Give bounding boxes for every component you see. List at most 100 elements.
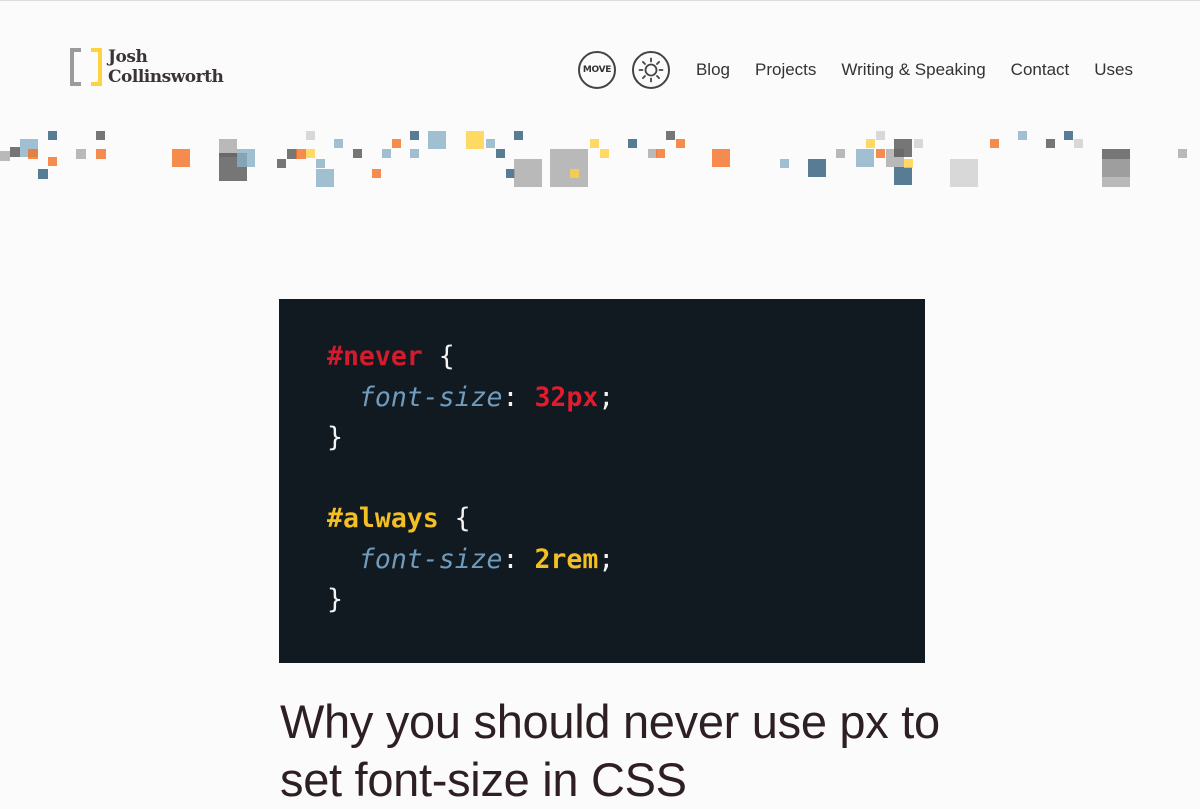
decorative-pixel <box>856 149 874 167</box>
decorative-pixel <box>876 131 885 140</box>
motion-toggle-button[interactable]: MOVE <box>577 51 616 89</box>
decorative-pixel <box>590 139 599 148</box>
decorative-pixel <box>656 149 665 158</box>
decorative-pixel <box>514 131 523 140</box>
nav-link-writing-speaking[interactable]: Writing & Speaking <box>841 60 985 80</box>
decorative-pixel <box>836 149 845 158</box>
decorative-pixel <box>780 159 789 168</box>
decorative-pixel <box>353 149 362 158</box>
decorative-pixel <box>334 139 343 148</box>
logo-bracket-icon <box>70 48 102 86</box>
code-block-image: #never { font-size: 32px; } #always { fo… <box>279 299 925 663</box>
code-property: font-size <box>358 543 503 575</box>
code-brace-open: { <box>454 503 471 534</box>
decorative-pixel <box>496 149 505 158</box>
main-nav: MOVE Blog Projects Writing & Speaking Co <box>577 49 1133 91</box>
decorative-pixel <box>96 131 105 140</box>
decorative-pixel <box>894 167 912 185</box>
decorative-pixel-band <box>0 131 1187 187</box>
decorative-pixel <box>96 149 106 159</box>
decorative-pixel <box>950 159 978 187</box>
decorative-pixel <box>570 169 579 178</box>
decorative-pixel <box>48 157 57 166</box>
decorative-pixel <box>712 149 730 167</box>
decorative-pixel <box>506 169 515 178</box>
decorative-pixel <box>428 131 446 149</box>
decorative-pixel <box>628 139 637 148</box>
decorative-pixel <box>876 149 885 158</box>
decorative-pixel <box>392 139 401 148</box>
logo-line-1: Josh <box>108 47 148 67</box>
code-line: #always { <box>327 499 925 540</box>
logo-line-2: Collinsworth <box>108 67 224 87</box>
code-property: font-size <box>358 381 503 413</box>
article-title: Why you should never use px to set font-… <box>280 695 940 806</box>
decorative-pixel <box>1102 159 1130 187</box>
code-line: font-size: 32px; <box>327 378 925 419</box>
site-logo[interactable]: Josh Collinsworth <box>70 47 224 87</box>
decorative-pixel <box>808 159 826 177</box>
decorative-pixel <box>666 131 675 140</box>
nav-link-blog[interactable]: Blog <box>696 60 730 80</box>
code-line: } <box>327 418 925 459</box>
theme-toggle-button[interactable] <box>631 51 670 89</box>
decorative-pixel <box>316 169 334 187</box>
sun-icon <box>638 57 664 83</box>
decorative-pixel <box>600 149 609 158</box>
code-semicolon: ; <box>598 381 615 413</box>
decorative-pixel <box>914 139 923 148</box>
code-brace-open: { <box>438 341 455 372</box>
decorative-pixel <box>76 149 86 159</box>
decorative-pixel <box>287 149 297 159</box>
decorative-pixel <box>1178 149 1187 158</box>
decorative-pixel <box>372 169 381 178</box>
logo-text: Josh Collinsworth <box>108 47 224 87</box>
motion-toggle-label: MOVE <box>582 65 612 75</box>
decorative-pixel <box>1046 139 1055 148</box>
code-brace-close: } <box>327 584 343 615</box>
decorative-pixel <box>894 139 912 157</box>
decorative-pixel <box>866 139 875 148</box>
code-colon: : <box>502 381 519 413</box>
decorative-pixel <box>990 139 999 148</box>
decorative-pixel <box>382 149 391 158</box>
decorative-pixel <box>28 149 38 159</box>
code-colon: : <box>502 543 519 575</box>
code-selector-never: #never <box>327 341 423 372</box>
decorative-pixel <box>904 159 913 168</box>
decorative-pixel <box>48 131 57 140</box>
decorative-pixel <box>410 131 419 140</box>
decorative-pixel <box>648 149 657 158</box>
nav-link-uses[interactable]: Uses <box>1094 60 1133 80</box>
code-value-rem: 2rem <box>534 543 599 575</box>
decorative-pixel <box>306 149 315 158</box>
decorative-pixel <box>1064 131 1073 140</box>
decorative-pixel <box>277 159 286 168</box>
decorative-pixel <box>237 149 255 167</box>
code-selector-always: #always <box>327 503 439 534</box>
decorative-pixel <box>10 147 20 157</box>
decorative-pixel <box>1074 139 1083 148</box>
decorative-pixel <box>296 149 306 159</box>
decorative-pixel <box>172 149 190 167</box>
code-line: font-size: 2rem; <box>327 540 925 581</box>
decorative-pixel <box>306 131 315 140</box>
code-line: #never { <box>327 337 925 378</box>
code-brace-close: } <box>327 422 343 453</box>
decorative-pixel <box>316 159 325 168</box>
code-line: } <box>327 580 925 621</box>
decorative-pixel <box>38 169 48 179</box>
decorative-pixel <box>466 131 484 149</box>
decorative-pixel <box>550 149 588 187</box>
code-semicolon: ; <box>598 543 615 575</box>
code-value-px: 32px <box>534 381 599 413</box>
nav-link-projects[interactable]: Projects <box>755 60 816 80</box>
decorative-pixel <box>486 139 495 148</box>
decorative-pixel <box>514 159 542 187</box>
decorative-pixel <box>676 139 685 148</box>
decorative-pixel <box>1018 131 1027 140</box>
decorative-pixel <box>0 151 10 161</box>
decorative-pixel <box>410 149 419 158</box>
nav-link-contact[interactable]: Contact <box>1011 60 1070 80</box>
